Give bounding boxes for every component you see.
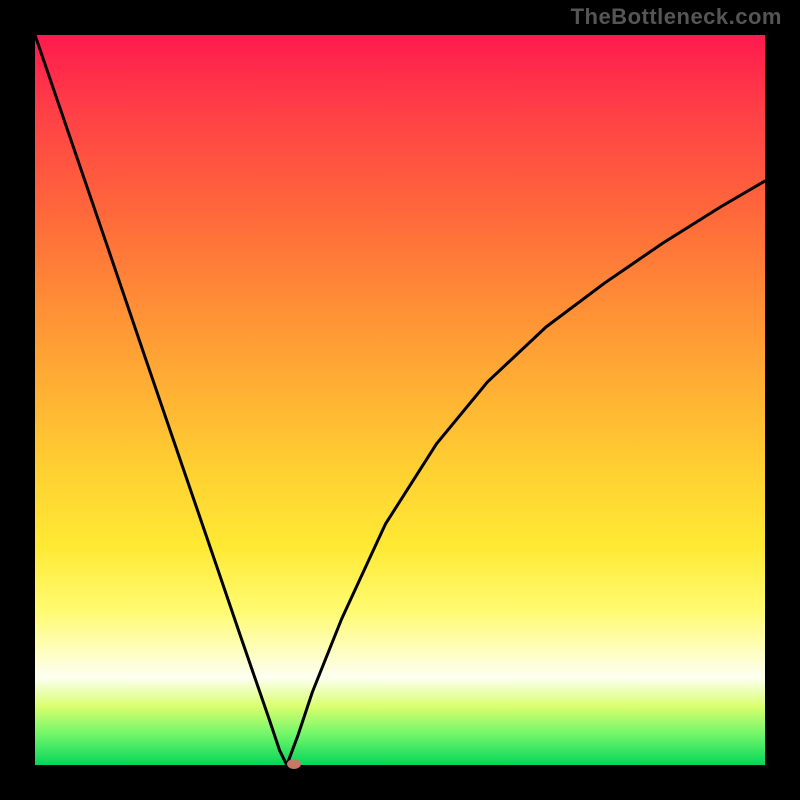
chart-frame: TheBottleneck.com [0,0,800,800]
watermark-text: TheBottleneck.com [571,4,782,30]
bottleneck-curve [35,35,765,765]
optimal-point-marker [287,759,301,769]
